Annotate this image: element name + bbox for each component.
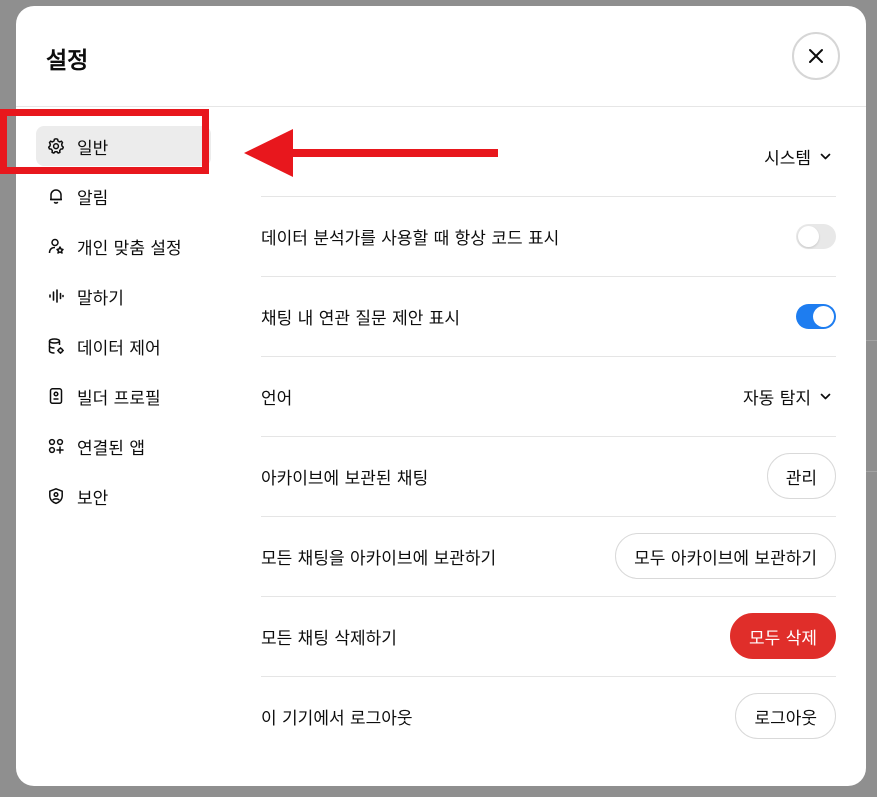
sidebar-item-personalization[interactable]: 개인 맞춤 설정	[36, 226, 211, 266]
follow-up-toggle[interactable]	[796, 303, 836, 329]
database-gear-icon	[47, 337, 65, 355]
follow-up-label: 채팅 내 연관 질문 제안 표시	[261, 308, 461, 329]
divider	[261, 596, 836, 597]
show-code-label: 데이터 분석가를 사용할 때 항상 코드 표시	[261, 228, 560, 249]
show-code-toggle[interactable]	[796, 223, 836, 249]
sidebar-item-connected-apps[interactable]: 연결된 앱	[36, 426, 211, 466]
personalization-icon	[47, 237, 65, 255]
close-icon	[809, 49, 823, 63]
sidebar-item-label: 알림	[77, 188, 109, 209]
annotation-highlight-box	[0, 109, 209, 174]
language-row: 언어 자동 탐지	[261, 376, 836, 416]
sidebar-item-speech[interactable]: 말하기	[36, 276, 211, 316]
show-code-row: 데이터 분석가를 사용할 때 항상 코드 표시	[261, 216, 836, 256]
waveform-icon	[47, 287, 65, 305]
theme-value: 시스템	[764, 148, 811, 169]
divider	[261, 436, 836, 437]
sidebar-item-label: 빌더 프로필	[77, 388, 161, 409]
archived-chats-label: 아카이브에 보관된 채팅	[261, 468, 429, 489]
divider	[261, 516, 836, 517]
language-select[interactable]: 자동 탐지	[743, 384, 836, 409]
follow-up-row: 채팅 내 연관 질문 제안 표시	[261, 296, 836, 336]
archive-all-label: 모든 채팅을 아카이브에 보관하기	[261, 548, 497, 569]
sidebar-item-label: 연결된 앱	[77, 438, 145, 459]
sidebar-item-security[interactable]: 보안	[36, 476, 211, 516]
sidebar-item-label: 말하기	[77, 288, 124, 309]
divider	[261, 196, 836, 197]
chevron-down-icon	[820, 153, 831, 159]
dialog-title: 설정	[46, 48, 89, 74]
language-value: 자동 탐지	[743, 388, 811, 409]
sidebar-item-data-controls[interactable]: 데이터 제어	[36, 326, 211, 366]
theme-select[interactable]: 시스템	[764, 144, 836, 169]
toggle-knob	[798, 225, 819, 247]
delete-all-row: 모든 채팅 삭제하기 모두 삭제	[261, 613, 836, 659]
logout-row: 이 기기에서 로그아웃 로그아웃	[261, 693, 836, 739]
chevron-down-icon	[820, 393, 831, 399]
manage-archived-button[interactable]: 관리	[766, 453, 836, 499]
sidebar-item-label: 데이터 제어	[77, 338, 161, 359]
archive-all-row: 모든 채팅을 아카이브에 보관하기 모두 아카이브에 보관하기	[261, 533, 836, 579]
close-button[interactable]	[792, 32, 840, 80]
language-label: 언어	[261, 388, 293, 409]
annotation-arrow-icon	[244, 129, 498, 177]
divider	[261, 356, 836, 357]
delete-all-button[interactable]: 모두 삭제	[730, 613, 836, 659]
sidebar-item-notifications[interactable]: 알림	[36, 176, 211, 216]
toggle-knob	[813, 305, 834, 327]
logout-label: 이 기기에서 로그아웃	[261, 708, 413, 729]
divider	[261, 276, 836, 277]
sidebar-item-label: 보안	[77, 488, 109, 509]
divider	[261, 676, 836, 677]
shield-icon	[47, 487, 65, 505]
delete-all-label: 모든 채팅 삭제하기	[261, 628, 397, 649]
bell-icon	[47, 187, 65, 205]
id-badge-icon	[47, 387, 65, 405]
sidebar-item-builder-profile[interactable]: 빌더 프로필	[36, 376, 211, 416]
archive-all-button[interactable]: 모두 아카이브에 보관하기	[615, 533, 836, 579]
apps-grid-icon	[47, 437, 65, 455]
logout-button[interactable]: 로그아웃	[735, 693, 836, 739]
archived-chats-row: 아카이브에 보관된 채팅 관리	[261, 453, 836, 499]
dialog-header: 설정	[16, 6, 866, 107]
sidebar-item-label: 개인 맞춤 설정	[77, 238, 182, 259]
